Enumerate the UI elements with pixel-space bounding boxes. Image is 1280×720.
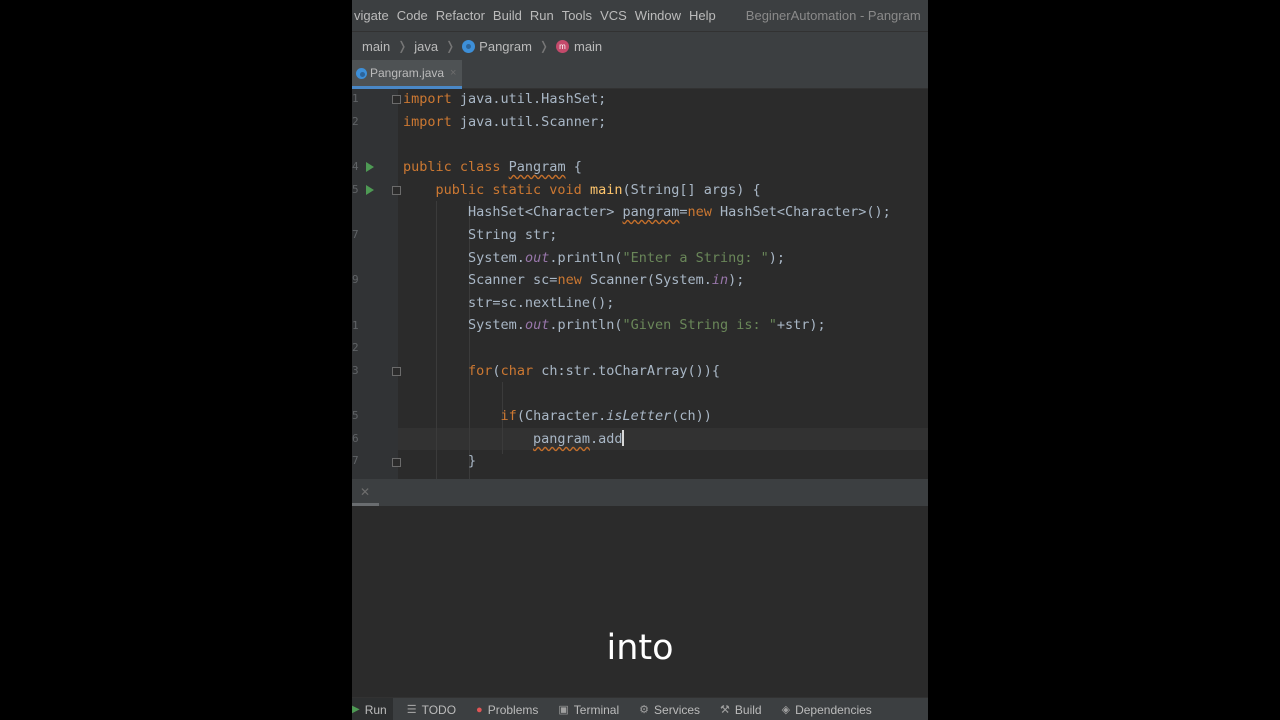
window-title: BeginerAutomation - Pangram xyxy=(745,8,921,23)
fold-marker-icon[interactable] xyxy=(392,186,401,195)
tool-terminal-label: Terminal xyxy=(573,702,620,717)
breadcrumb-item-method[interactable]: main xyxy=(574,39,602,54)
code-line: public class Pangram { xyxy=(403,159,582,175)
tool-build-label: Build xyxy=(734,702,762,717)
tool-todo-label: TODO xyxy=(421,702,457,717)
video-subtitle: into xyxy=(606,628,674,668)
menu-refactor[interactable]: Refactor xyxy=(436,8,493,23)
menu-run[interactable]: Run xyxy=(530,8,562,23)
fold-marker-icon[interactable] xyxy=(392,367,401,376)
tool-dependencies[interactable]: ◈ Dependencies xyxy=(782,703,872,717)
active-tab-indicator xyxy=(352,503,379,506)
fold-marker-icon[interactable] xyxy=(392,458,401,467)
line-number: 7 xyxy=(352,454,359,467)
line-number: 9 xyxy=(352,273,359,286)
tool-run[interactable]: ▶ Run xyxy=(352,698,393,720)
fold-marker-icon[interactable] xyxy=(392,95,401,104)
menu-navigate[interactable]: vigate xyxy=(354,8,397,23)
code-line: if(Character.isLetter(ch)) xyxy=(500,408,712,424)
run-class-icon[interactable] xyxy=(366,162,374,172)
error-icon: ● xyxy=(476,703,483,716)
bottom-tool-bar: ▶ Run ☰ TODO ● Problems ▣ Terminal ⚙ Ser… xyxy=(352,697,928,720)
close-icon[interactable]: ✕ xyxy=(360,485,370,499)
tool-window-header: ✕ xyxy=(352,479,928,506)
breadcrumb: main ❭ java ❭ Pangram ❭ m main xyxy=(352,31,928,60)
tool-services[interactable]: ⚙ Services xyxy=(639,703,700,717)
gutter xyxy=(352,89,398,479)
code-line: str=sc.nextLine(); xyxy=(468,295,615,311)
method-icon: m xyxy=(555,39,569,53)
tool-problems-label: Problems xyxy=(487,702,539,717)
menu-help[interactable]: Help xyxy=(689,8,724,23)
run-icon: ▶ xyxy=(352,704,360,715)
code-line: String str; xyxy=(468,227,558,243)
hammer-icon: ⚒ xyxy=(720,704,730,716)
terminal-icon: ▣ xyxy=(558,704,569,716)
line-number: 1 xyxy=(352,92,359,105)
line-number: 3 xyxy=(352,364,359,377)
close-icon[interactable]: × xyxy=(450,67,456,79)
line-number: 1 xyxy=(352,319,359,332)
tool-problems[interactable]: ● Problems xyxy=(476,703,538,717)
tool-terminal[interactable]: ▣ Terminal xyxy=(558,703,619,717)
menu-build[interactable]: Build xyxy=(493,8,530,23)
menu-code[interactable]: Code xyxy=(397,8,436,23)
code-line: public static void main(String[] args) { xyxy=(435,182,761,198)
class-icon xyxy=(462,39,476,53)
code-line: pangram.add xyxy=(533,430,625,447)
code-line: import java.util.Scanner; xyxy=(403,114,607,130)
menu-tools[interactable]: Tools xyxy=(562,8,600,23)
dependencies-icon: ◈ xyxy=(781,704,791,716)
menu-window[interactable]: Window xyxy=(635,8,689,23)
breadcrumb-item-class[interactable]: Pangram xyxy=(479,39,532,54)
code-line: } xyxy=(468,453,477,469)
breadcrumb-item-main[interactable]: main xyxy=(362,39,390,54)
editor-tab-bar: Pangram.java × xyxy=(352,60,928,89)
code-line: System.out.println("Given String is: "+s… xyxy=(468,317,826,333)
tool-build[interactable]: ⚒ Build xyxy=(720,703,762,717)
code-line: for(char ch:str.toCharArray()){ xyxy=(468,363,721,379)
tool-services-label: Services xyxy=(654,702,701,717)
line-number: 5 xyxy=(352,409,359,422)
breadcrumb-item-java[interactable]: java xyxy=(414,39,438,54)
code-line: Scanner sc=new Scanner(System.in); xyxy=(468,272,745,288)
line-number: 2 xyxy=(352,341,359,354)
line-number: 6 xyxy=(352,432,359,445)
run-main-icon[interactable] xyxy=(366,185,374,195)
chevron-right-icon: ❭ xyxy=(445,39,456,53)
code-line: HashSet<Character> pangram=new HashSet<C… xyxy=(468,204,891,220)
tool-todo[interactable]: ☰ TODO xyxy=(407,703,456,717)
line-number: 7 xyxy=(352,228,359,241)
line-number: 4 xyxy=(352,160,359,173)
text-caret xyxy=(622,430,625,446)
code-editor[interactable]: 1 2 4 5 7 9 1 2 3 5 6 7 import java.util.HashSet; i… xyxy=(352,89,928,479)
ide-window: vigate Code Refactor Build Run Tools VCS… xyxy=(352,0,928,720)
code-line: System.out.println("Enter a String: "); xyxy=(468,250,786,266)
line-number: 5 xyxy=(352,183,359,196)
menu-vcs[interactable]: VCS xyxy=(600,8,635,23)
menu-bar: vigate Code Refactor Build Run Tools VCS… xyxy=(352,0,928,31)
tool-dependencies-label: Dependencies xyxy=(795,702,872,717)
line-number: 2 xyxy=(352,115,359,128)
class-icon xyxy=(356,67,367,79)
tool-run-label: Run xyxy=(364,702,387,717)
chevron-right-icon: ❭ xyxy=(397,39,408,53)
code-line: import java.util.HashSet; xyxy=(403,91,607,107)
services-icon: ⚙ xyxy=(639,704,650,716)
tab-pangram-java[interactable]: Pangram.java × xyxy=(352,60,463,89)
tab-label: Pangram.java xyxy=(370,66,445,80)
list-icon: ☰ xyxy=(406,704,417,716)
chevron-right-icon: ❭ xyxy=(538,39,549,53)
